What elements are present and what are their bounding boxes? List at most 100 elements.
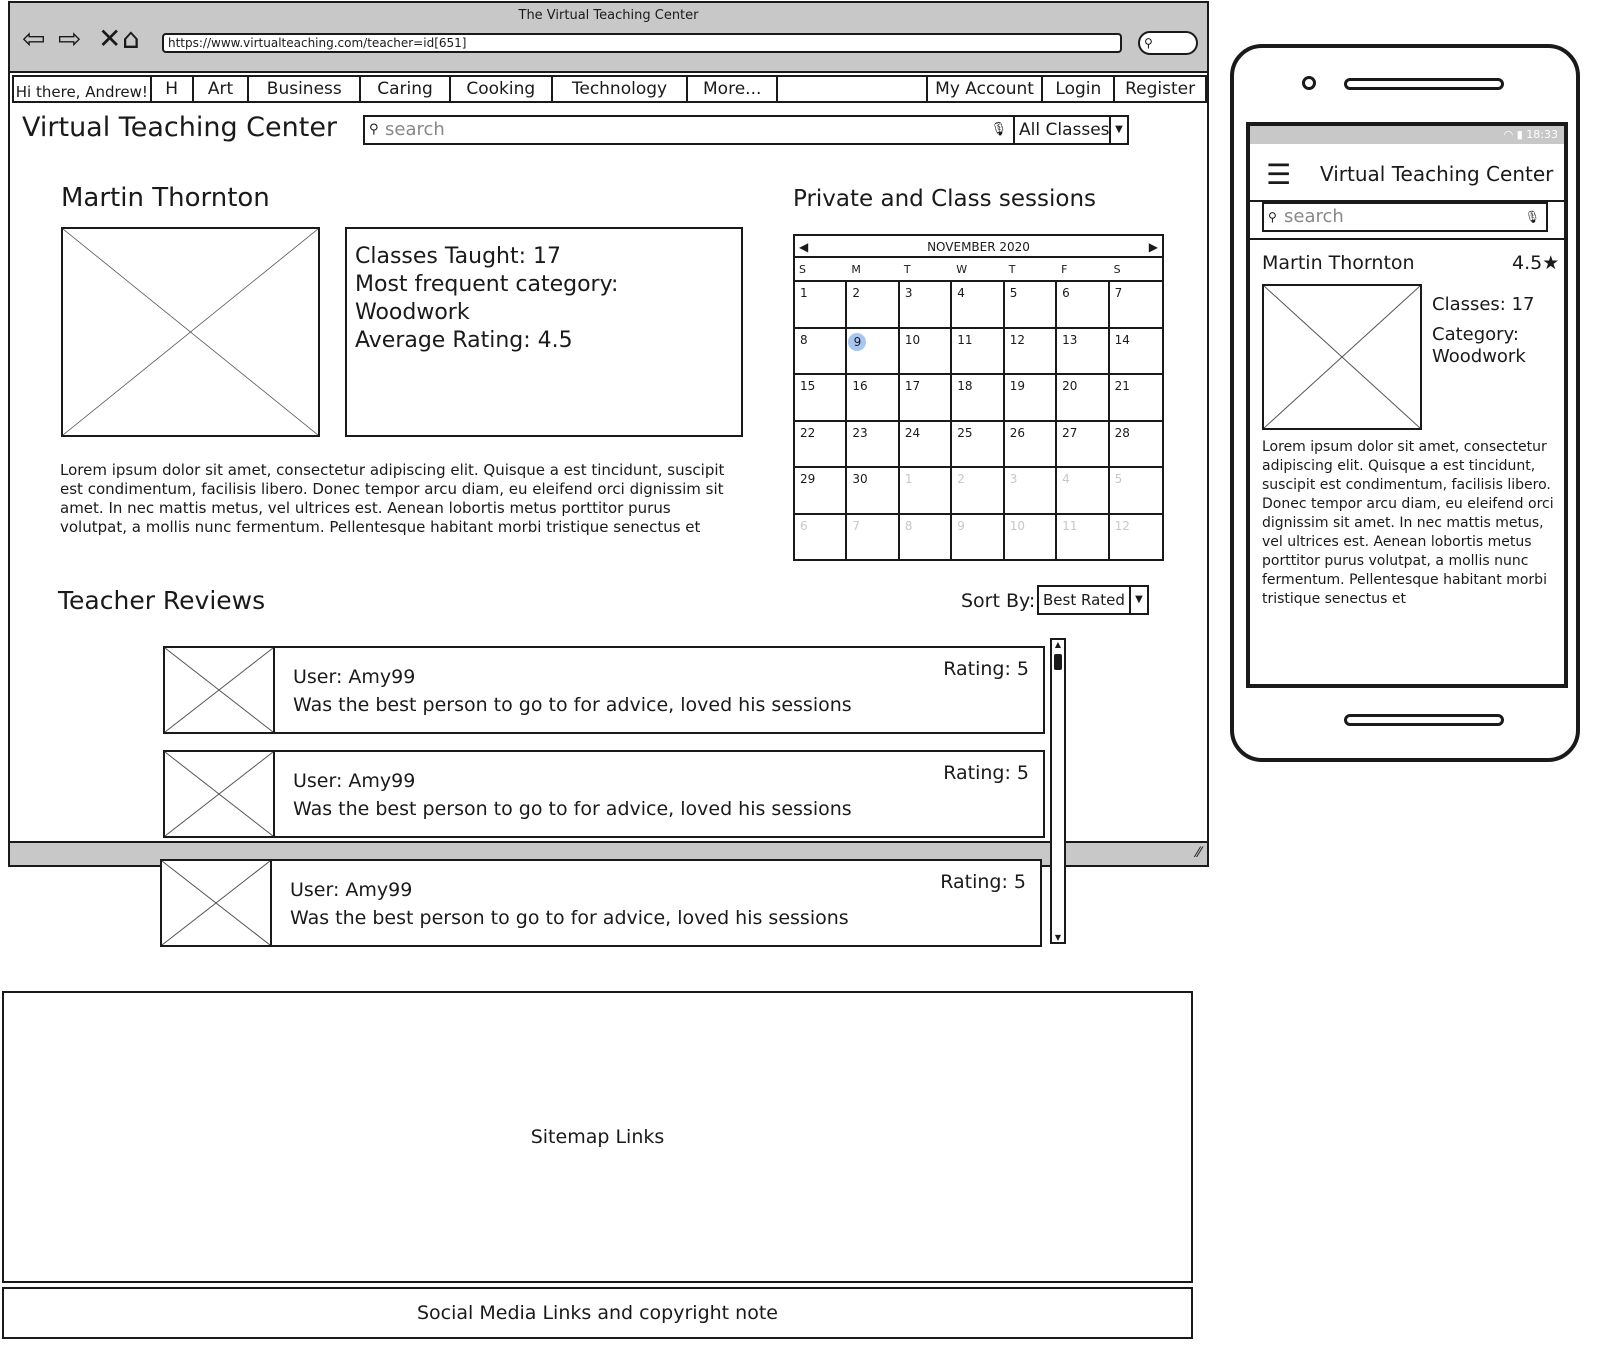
calendar-day[interactable]: 20 [1057,375,1110,422]
calendar-day[interactable]: 27 [1057,421,1110,468]
calendar-day[interactable]: 1 [795,282,848,329]
menu-item-cooking[interactable]: Cooking [448,75,553,103]
calendar-day[interactable]: 5 [1109,468,1162,515]
calendar-day[interactable]: 7 [1109,282,1162,329]
calendar-day[interactable]: 7 [847,514,900,561]
calendar-day[interactable]: 14 [1109,329,1162,375]
menu-item-caring[interactable]: Caring [359,75,451,103]
calendar-weekday: T [1008,263,1016,276]
calendar-day[interactable]: 12 [1110,515,1162,562]
sort-value: Best Rated [1043,591,1125,609]
calendar-day[interactable]: 4 [1057,468,1110,515]
calendar-day[interactable]: 24 [899,421,953,468]
menu-item-more[interactable]: More... [686,75,779,103]
prev-month-icon[interactable]: ◀ [799,236,808,258]
calendar-weekday: S [799,263,806,276]
address-bar[interactable]: https://www.virtualteaching.com/teacher=… [162,33,1122,53]
calendar-day[interactable]: 16 [847,375,900,422]
scroll-thumb[interactable] [1054,654,1062,670]
calendar-day[interactable]: 10 [1005,514,1058,561]
search-icon: ⚲ [1144,36,1153,50]
calendar-day[interactable]: 13 [1057,328,1110,375]
calendar-day-number: 6 [800,518,808,533]
browser-titlebar: The Virtual Teaching Center ⇦ ⇨ ✕ ⌂ http… [10,3,1207,73]
back-arrow-icon[interactable]: ⇦ [22,25,45,53]
calendar-day[interactable]: 18 [952,375,1005,422]
scroll-down-icon[interactable]: ▼ [1052,933,1064,942]
mobile-divider [1250,238,1564,240]
calendar-day[interactable]: 6 [795,514,848,561]
calendar-day-number: 26 [1009,425,1025,440]
calendar-day[interactable]: 11 [952,328,1005,375]
calendar-day[interactable]: 8 [795,328,848,375]
microphone-icon[interactable]: 🎙 [1525,204,1540,230]
calendar-day-number: 11 [1062,518,1078,533]
menu-item-business[interactable]: Business [247,75,362,103]
reviewer-avatar-placeholder [163,750,275,838]
calendar-day[interactable]: 8 [900,514,953,561]
home-button[interactable] [1344,714,1504,726]
menu-item-h[interactable]: H [149,75,194,103]
calendar-day[interactable]: 25 [952,421,1005,468]
mobile-search-input[interactable]: search ⚲ 🎙 [1262,202,1548,232]
menu-item-art[interactable]: Art [191,75,250,103]
calendar-day[interactable]: 1 [899,468,953,515]
calendar-day-selected[interactable]: 9 [847,328,900,375]
menu-item-my-account[interactable]: My Account [925,75,1044,103]
calendar-day[interactable]: 30 [847,468,900,515]
sort-select[interactable]: Best Rated ▼ [1037,585,1149,615]
calendar-day[interactable]: 17 [899,375,953,422]
social-footer: Social Media Links and copyright note [2,1287,1193,1339]
stop-icon[interactable]: ✕ [98,25,121,53]
calendar-day[interactable]: 22 [795,421,848,468]
resize-grip-icon[interactable]: ⁄⁄ [1196,845,1201,861]
calendar-day[interactable]: 6 [1057,282,1110,329]
calendar-day[interactable]: 10 [899,328,953,375]
calendar-weekday: T [903,263,911,276]
menu-item-login[interactable]: Login [1041,75,1116,103]
scroll-up-icon[interactable]: ▲ [1052,640,1064,649]
sessions-heading: Private and Class sessions [793,186,1097,212]
menu-item-register[interactable]: Register [1113,75,1208,103]
menu-item-technology[interactable]: Technology [550,75,689,103]
calendar-day[interactable]: 4 [952,282,1005,329]
calendar-day[interactable]: 11 [1057,514,1110,561]
sessions-calendar: ◀ NOVEMBER 2020 ▶ S M T W T F S 1 2 3 4 5 6 7 8 9 10 11 12… [793,234,1164,561]
forward-arrow-icon[interactable]: ⇨ [58,25,81,53]
calendar-day[interactable]: 23 [847,421,900,468]
calendar-day[interactable]: 2 [847,282,900,329]
class-filter-select[interactable]: All Classes ▼ [1013,115,1129,145]
reviews-scrollbar[interactable]: ▲ ▼ [1050,638,1066,944]
window-title: The Virtual Teaching Center [518,8,699,23]
calendar-day[interactable]: 26 [1004,421,1058,468]
teacher-photo-placeholder [61,227,320,437]
calendar-day-number: 1 [800,286,808,300]
review-card: User: Amy99 Was the best person to go to… [273,750,1045,838]
calendar-weekday: W [956,263,968,276]
microphone-icon[interactable]: 🎙 [990,117,1007,143]
calendar-weekday: M [851,263,861,276]
calendar-day[interactable]: 9 [952,514,1005,561]
calendar-day-number: 21 [1114,379,1130,393]
calendar-day[interactable]: 15 [795,375,848,422]
calendar-day-number: 16 [852,379,868,393]
calendar-day[interactable]: 28 [1109,422,1162,468]
calendar-day[interactable]: 2 [952,468,1005,515]
calendar-day-number: 4 [957,286,965,300]
calendar-day[interactable]: 5 [1004,282,1058,329]
calendar-day[interactable]: 29 [795,468,848,515]
calendar-day[interactable]: 3 [899,282,953,329]
calendar-day[interactable]: 3 [1004,468,1058,515]
calendar-day-number: 12 [1009,332,1025,347]
menubar: Hi there, Andrew! H Art Business Caring … [12,75,1208,103]
home-icon[interactable]: ⌂ [122,25,140,53]
calendar-day[interactable]: 19 [1004,375,1058,422]
calendar-day[interactable]: 12 [1004,328,1058,375]
search-input[interactable]: search ⚲ 🎙 [363,115,1015,145]
calendar-day[interactable]: 21 [1109,375,1162,422]
calendar-day-number: 8 [800,332,808,347]
hamburger-menu-icon[interactable]: ☰ [1266,161,1291,189]
browser-search-field[interactable]: ⚲ [1138,31,1198,55]
mobile-teacher-name: Martin Thornton [1262,252,1415,274]
next-month-icon[interactable]: ▶ [1149,236,1158,258]
